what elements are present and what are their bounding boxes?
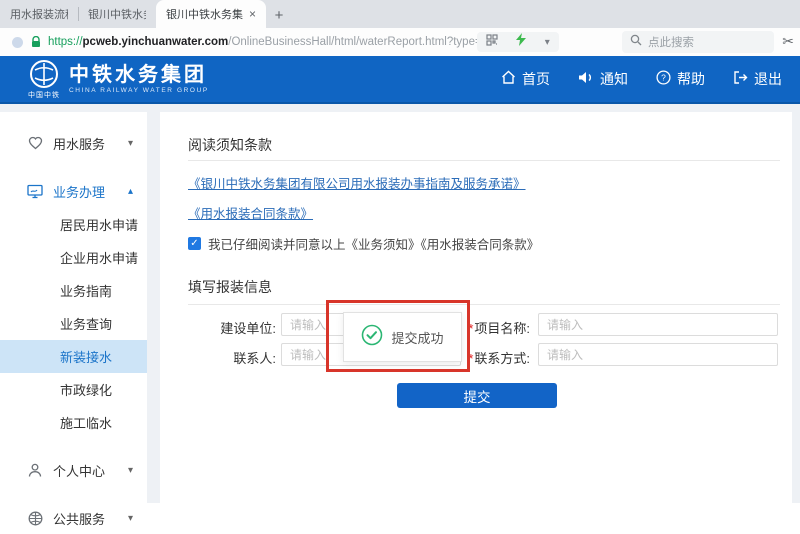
- browser-tab-3-active[interactable]: 银川中铁水务集 ×: [156, 0, 266, 28]
- notice-section-title: 阅读须知条款: [188, 135, 272, 155]
- nav-home[interactable]: 首页: [501, 69, 550, 89]
- field-label-contact-person: 联系人:: [198, 348, 276, 367]
- sidebar-item-new-connection-active[interactable]: 新装接水: [0, 340, 147, 373]
- search-icon: [630, 33, 642, 51]
- site-dot-icon: [12, 37, 23, 48]
- logo-caption: 中国中铁: [28, 90, 60, 100]
- url-scheme: https://: [48, 36, 83, 48]
- agree-row: ✓ 我已仔细阅读并同意以上《业务须知》《用水报装合同条款》: [188, 234, 539, 253]
- caret-down-icon: ▾: [128, 465, 133, 476]
- sidebar-group-label: 公共服务: [53, 509, 105, 528]
- app-header: 中国中铁 中铁水务集团 CHINA RAILWAY WATER GROUP 首页…: [0, 56, 800, 104]
- chevron-down-icon[interactable]: ▾: [545, 37, 550, 48]
- nav-help[interactable]: ? 帮助: [656, 69, 705, 89]
- caret-down-icon: ▾: [128, 513, 133, 524]
- main-panel: 阅读须知条款 《银川中铁水务集团有限公司用水报装办事指南及服务承诺》 《用水报装…: [160, 112, 792, 503]
- guide-document-link[interactable]: 《银川中铁水务集团有限公司用水报装办事指南及服务承诺》: [188, 173, 526, 192]
- field-label-build-unit: 建设单位:: [198, 318, 276, 337]
- field-label-contact-method: *联系方式:: [452, 348, 530, 367]
- sidebar-item-resident-apply[interactable]: 居民用水申请: [0, 208, 147, 241]
- sidebar-submenu: 居民用水申请 企业用水申请 业务指南 业务查询 新装接水 市政绿化 施工临水: [0, 208, 147, 439]
- success-toast: 提交成功: [343, 312, 462, 362]
- quick-search-box[interactable]: 点此搜索: [622, 31, 774, 53]
- browser-tab-1[interactable]: 用水报装流程_: [0, 0, 78, 28]
- screenshot-scissors-icon[interactable]: ✂: [782, 33, 794, 50]
- search-placeholder: 点此搜索: [648, 34, 694, 50]
- sidebar-group-label: 个人中心: [53, 461, 105, 480]
- nav-label: 通知: [600, 69, 628, 89]
- browser-window: 用水报装流程_ 银川中铁水务集 银川中铁水务集 × + https://pcwe…: [0, 0, 800, 534]
- address-bar: https://pcweb.yinchuanwater.com/OnlineBu…: [0, 28, 800, 56]
- field-label-project-name: *项目名称:: [452, 318, 530, 337]
- brand-name-cn: 中铁水务集团: [69, 64, 209, 86]
- sidebar-group-personal-center[interactable]: 个人中心 ▾: [0, 453, 147, 487]
- speed-mode-lightning-icon[interactable]: [516, 33, 526, 51]
- sidebar-item-enterprise-apply[interactable]: 企业用水申请: [0, 241, 147, 274]
- nav-logout[interactable]: 退出: [733, 69, 782, 89]
- agree-label: 我已仔细阅读并同意以上《业务须知》《用水报装合同条款》: [208, 234, 539, 253]
- browser-tab-2[interactable]: 银川中铁水务集: [78, 0, 156, 28]
- sidebar-group-label: 用水服务: [53, 134, 105, 153]
- user-icon: [26, 463, 44, 478]
- heart-icon: [26, 136, 44, 150]
- url-text[interactable]: https://pcweb.yinchuanwater.com/OnlineBu…: [48, 36, 488, 48]
- monitor-icon: [26, 184, 44, 199]
- project-name-input[interactable]: [538, 313, 778, 336]
- tab-title: 银川中铁水务集: [166, 6, 243, 22]
- new-tab-button[interactable]: +: [266, 2, 292, 28]
- divider: [188, 160, 780, 161]
- brand-logo[interactable]: 中国中铁 中铁水务集团 CHINA RAILWAY WATER GROUP: [28, 59, 209, 100]
- success-check-icon: [361, 324, 383, 351]
- caret-up-icon: ▴: [128, 186, 133, 197]
- nav-label: 首页: [522, 69, 550, 89]
- sidebar-group-water-service[interactable]: 用水服务 ▾: [0, 126, 147, 160]
- tab-title: 银川中铁水务集: [88, 6, 146, 22]
- toast-message: 提交成功: [391, 328, 443, 347]
- sidebar-item-construction-water[interactable]: 施工临水: [0, 406, 147, 439]
- nav-label: 退出: [754, 69, 782, 89]
- header-nav: 首页 通知 ? 帮助 退出: [501, 56, 782, 102]
- svg-text:?: ?: [661, 73, 666, 83]
- tab-title: 用水报装流程_: [10, 6, 68, 22]
- crec-emblem-icon: 中国中铁: [28, 59, 60, 100]
- globe-icon: [26, 511, 44, 526]
- logout-icon: [733, 70, 748, 88]
- tab-strip: 用水报装流程_ 银川中铁水务集 银川中铁水务集 × +: [0, 0, 800, 28]
- url-path: /OnlineBusinessHall/html/waterReport.htm…: [228, 36, 488, 48]
- contract-terms-link[interactable]: 《用水报装合同条款》: [188, 203, 313, 222]
- form-section-title: 填写报装信息: [188, 277, 272, 297]
- divider: [188, 304, 780, 305]
- sidebar-group-business[interactable]: 业务办理 ▴: [0, 174, 147, 208]
- brand-name-en: CHINA RAILWAY WATER GROUP: [69, 87, 209, 94]
- sidebar-item-business-query[interactable]: 业务查询: [0, 307, 147, 340]
- nav-label: 帮助: [677, 69, 705, 89]
- qr-code-icon[interactable]: [486, 33, 498, 51]
- sidebar: 用水服务 ▾ 业务办理 ▴ 居民用水申请 企业用水申请 业务指南 业务查询 新装…: [0, 112, 147, 503]
- sidebar-item-business-guide[interactable]: 业务指南: [0, 274, 147, 307]
- nav-notifications[interactable]: 通知: [578, 69, 628, 89]
- secure-lock-icon[interactable]: [31, 36, 41, 48]
- agree-checkbox[interactable]: ✓: [188, 237, 201, 250]
- submit-button[interactable]: 提交: [397, 383, 557, 408]
- address-bar-tools: ▾: [477, 32, 559, 52]
- help-icon: ?: [656, 70, 671, 88]
- contact-method-input[interactable]: [538, 343, 778, 366]
- sidebar-item-municipal-greening[interactable]: 市政绿化: [0, 373, 147, 406]
- sidebar-group-public-service[interactable]: 公共服务 ▾: [0, 501, 147, 534]
- sidebar-group-label: 业务办理: [53, 182, 105, 201]
- speaker-icon: [578, 70, 594, 88]
- caret-down-icon: ▾: [128, 138, 133, 149]
- url-host: pcweb.yinchuanwater.com: [83, 36, 229, 48]
- tab-close-icon[interactable]: ×: [249, 7, 256, 21]
- home-icon: [501, 70, 516, 88]
